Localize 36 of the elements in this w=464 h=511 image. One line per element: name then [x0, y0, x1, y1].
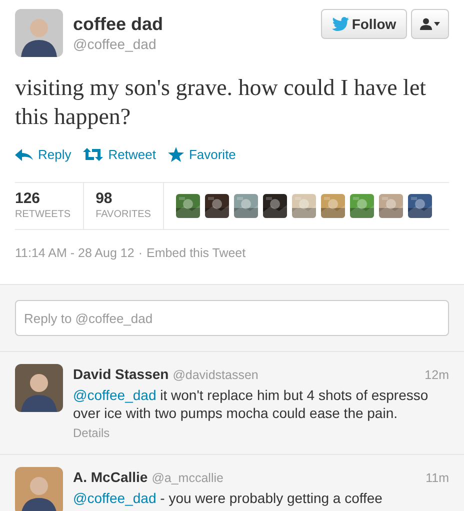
follow-button[interactable]: Follow [321, 9, 407, 39]
author-name: coffee dad [73, 13, 164, 35]
author-handle: @coffee_dad [73, 35, 158, 53]
person-icon [420, 18, 432, 30]
reply-field[interactable]: Reply to @coffee_dad [15, 300, 449, 336]
stat-label: RETWEETS [15, 208, 71, 222]
details-link[interactable]: Details [73, 424, 449, 442]
avatar [15, 364, 63, 412]
reply-author-handle: @a_mccallie [152, 470, 224, 488]
reply-time: 11m [426, 470, 449, 488]
reply-link[interactable]: Reply [15, 145, 72, 164]
reply-time: 12m [424, 367, 449, 384]
reply-author-handle: @davidstassen [172, 367, 258, 384]
reply-author-name: David Stassen [73, 365, 169, 384]
stat-count: 126 [15, 190, 42, 208]
stat-label: FAVORITES [96, 208, 151, 222]
retweet-icon [83, 148, 104, 162]
avatar [15, 467, 63, 511]
avatar [15, 9, 63, 57]
favorite-link[interactable]: Favorite [168, 145, 236, 164]
mention-link[interactable]: @coffee_dad [73, 490, 156, 506]
star-icon [168, 147, 184, 162]
mention-link[interactable]: @coffee_dad [73, 387, 156, 404]
caret-icon [434, 22, 440, 26]
embed-link[interactable]: Embed this Tweet [146, 244, 246, 262]
timestamp: 11:14 AM - 28 Aug 12 [15, 244, 134, 262]
reply-text: @coffee_dad - you were probably getting a coffee [73, 489, 384, 508]
reply-icon [15, 148, 33, 161]
retweet-link[interactable]: Retweet [83, 145, 156, 164]
stat-count: 98 [96, 190, 114, 208]
reply-text: @coffee_dad it won't replace him but 4 shots of espresso over ice with two pumps mocha could ease the pain. [73, 386, 430, 422]
reply-author-name: A. McCallie [73, 468, 148, 488]
bird-icon [332, 17, 349, 31]
separator-dot: · [138, 244, 142, 262]
tweet-text: visiting my son's grave. how could I have let this happen? [14, 74, 428, 131]
user-menu-button[interactable] [411, 9, 449, 39]
